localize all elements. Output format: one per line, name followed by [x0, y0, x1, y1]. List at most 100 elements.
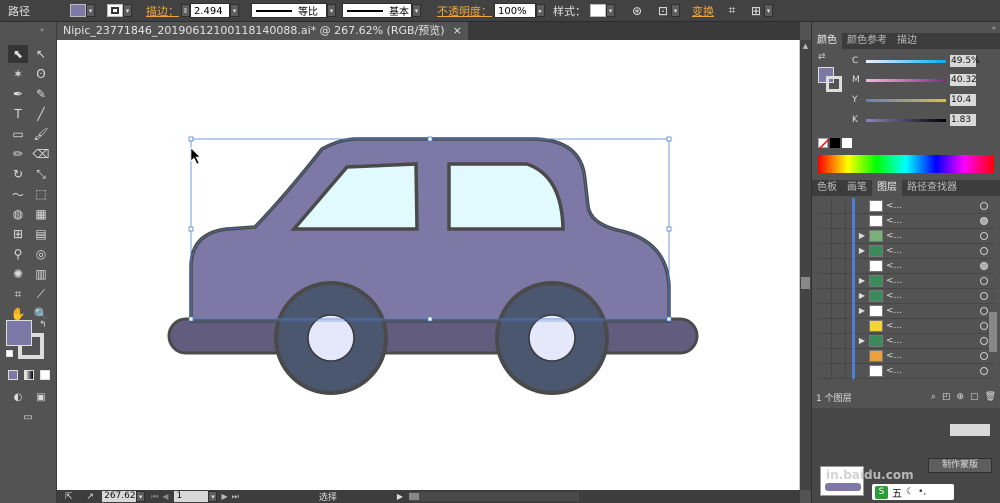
artboard-tool-icon[interactable]: ⌗ [8, 285, 28, 303]
draw-normal-icon[interactable]: ◐ [8, 388, 28, 406]
layer-row[interactable]: ▶ <... [818, 227, 994, 244]
canvas[interactable] [57, 40, 801, 490]
align-icon[interactable]: ⊡ [655, 3, 671, 19]
target-icon[interactable] [980, 276, 988, 285]
rotate-tool-icon[interactable]: ↻ [8, 165, 28, 183]
black-value[interactable]: 1.83 [950, 114, 976, 126]
lock-toggle[interactable] [832, 243, 846, 258]
layer-name[interactable]: <... [886, 321, 956, 331]
scale-tool-icon[interactable]: ⤡ [31, 165, 51, 183]
visibility-toggle[interactable] [818, 228, 832, 243]
opacity-dropdown[interactable]: ▸ [536, 4, 545, 17]
artboard-dropdown[interactable]: ▾ [208, 491, 218, 502]
handle-top-center[interactable] [427, 136, 433, 142]
panel-menu-dropdown[interactable]: ▾ [764, 4, 773, 17]
expand-arrow-icon[interactable]: ▶ [855, 306, 869, 315]
graphic-style-swatch[interactable] [590, 4, 606, 17]
swap-colors-icon[interactable]: ↰ [39, 320, 47, 330]
gradient-mode-icon[interactable] [24, 370, 34, 380]
lock-toggle[interactable] [832, 363, 846, 378]
handle-bottom-center[interactable] [427, 316, 433, 322]
default-colors-icon[interactable] [6, 350, 13, 357]
target-icon[interactable] [980, 201, 988, 210]
lock-toggle[interactable] [832, 348, 846, 363]
target-icon[interactable] [980, 351, 988, 360]
status-menu-icon[interactable]: ▶ [397, 492, 403, 501]
gradient-tool-icon[interactable]: ▤ [31, 225, 51, 243]
none-mode-icon[interactable] [40, 370, 50, 380]
new-sublayer-icon[interactable]: ⊕ [957, 392, 965, 402]
car-base-bar[interactable] [167, 317, 699, 355]
zoom-dropdown[interactable]: ▾ [136, 491, 146, 502]
target-icon[interactable] [980, 246, 988, 255]
tab-color-guide[interactable]: 颜色参考 [842, 33, 892, 49]
layer-row[interactable]: <... [818, 362, 994, 379]
fill-swatch[interactable] [70, 4, 86, 17]
expand-arrow-icon[interactable]: ▶ [855, 336, 869, 345]
target-icon[interactable] [980, 366, 988, 375]
locate-object-icon[interactable]: ⌕ [931, 392, 936, 402]
magenta-value[interactable]: 40.32 [950, 74, 977, 86]
profile-dropdown[interactable]: ▾ [327, 4, 336, 17]
layer-name[interactable]: <... [886, 261, 956, 271]
expand-arrow-icon[interactable]: ▶ [855, 246, 869, 255]
layer-name[interactable]: <... [886, 366, 956, 376]
tab-stroke[interactable]: 描边 [892, 33, 922, 49]
visibility-toggle[interactable] [818, 288, 832, 303]
target-icon[interactable] [980, 291, 988, 300]
handle-middle-right[interactable] [666, 226, 672, 232]
layer-name[interactable]: <... [886, 216, 956, 226]
layer-name[interactable]: <... [886, 246, 956, 256]
first-artboard-icon[interactable]: ⏮ [151, 492, 158, 502]
pen-tool-icon[interactable]: ✒ [8, 85, 28, 103]
visibility-toggle[interactable] [818, 243, 832, 258]
horizontal-scroll-thumb[interactable] [408, 493, 419, 500]
target-icon[interactable] [980, 231, 988, 240]
line-tool-icon[interactable]: ╱ [31, 105, 51, 123]
stroke-dropdown[interactable]: ▾ [123, 4, 132, 17]
opacity-label[interactable]: 不透明度： [437, 3, 492, 19]
type-tool-icon[interactable]: T [8, 105, 28, 123]
layer-name[interactable]: <... [886, 306, 956, 316]
lock-toggle[interactable] [832, 303, 846, 318]
yellow-value[interactable]: 10.4 [950, 94, 976, 106]
vertical-scrollbar[interactable]: ▲ [800, 40, 811, 490]
lasso-tool-icon[interactable]: ʘ [31, 65, 51, 83]
status-share-icon[interactable]: ⇱ [65, 492, 73, 502]
layer-row[interactable]: ▶ <... [818, 287, 994, 304]
layer-name[interactable]: <... [886, 336, 956, 346]
visibility-toggle[interactable] [818, 258, 832, 273]
paintbrush-tool-icon[interactable]: 🖌 [31, 125, 51, 143]
handle-top-left[interactable] [188, 136, 194, 142]
tab-brushes[interactable]: 画笔 [842, 180, 872, 196]
recolor-icon[interactable]: ⊛ [629, 3, 645, 19]
symbol-sprayer-tool-icon[interactable]: ✺ [8, 265, 28, 283]
lock-toggle[interactable] [832, 288, 846, 303]
free-transform-tool-icon[interactable]: ⬚ [31, 185, 51, 203]
car-illustration[interactable] [167, 137, 699, 395]
delete-layer-icon[interactable]: 🗑 [985, 392, 996, 402]
layer-name[interactable]: <... [886, 276, 956, 286]
visibility-toggle[interactable] [818, 333, 832, 348]
layer-row[interactable]: <... [818, 197, 994, 214]
artboard-number-input[interactable]: 1 [174, 491, 209, 502]
lock-toggle[interactable] [832, 273, 846, 288]
selection-tool-icon[interactable]: ⬉ [8, 45, 28, 63]
scroll-up-icon[interactable]: ▲ [801, 42, 810, 50]
cyan-value[interactable]: 49.5% [950, 55, 980, 67]
stroke-weight-dropdown[interactable]: ▾ [230, 4, 239, 17]
tab-color[interactable]: 颜色 [812, 33, 842, 49]
fill-color-box[interactable] [6, 320, 32, 346]
make-clipping-mask-icon[interactable]: ◰ [942, 392, 951, 402]
color-mode-icon[interactable] [8, 370, 18, 380]
direct-selection-tool-icon[interactable]: ↖ [31, 45, 51, 63]
align-dropdown[interactable]: ▾ [671, 4, 680, 17]
variable-width-profile[interactable]: 等比 [251, 3, 327, 18]
target-icon[interactable] [980, 306, 988, 315]
color-swap-icon[interactable]: ⇄ [818, 52, 826, 62]
layer-row[interactable]: ▶ <... [818, 242, 994, 259]
expand-arrow-icon[interactable]: ▶ [855, 276, 869, 285]
lock-toggle[interactable] [832, 228, 846, 243]
tab-swatches[interactable]: 色板 [812, 180, 842, 196]
eyedropper-tool-icon[interactable]: ⚲ [8, 245, 28, 263]
